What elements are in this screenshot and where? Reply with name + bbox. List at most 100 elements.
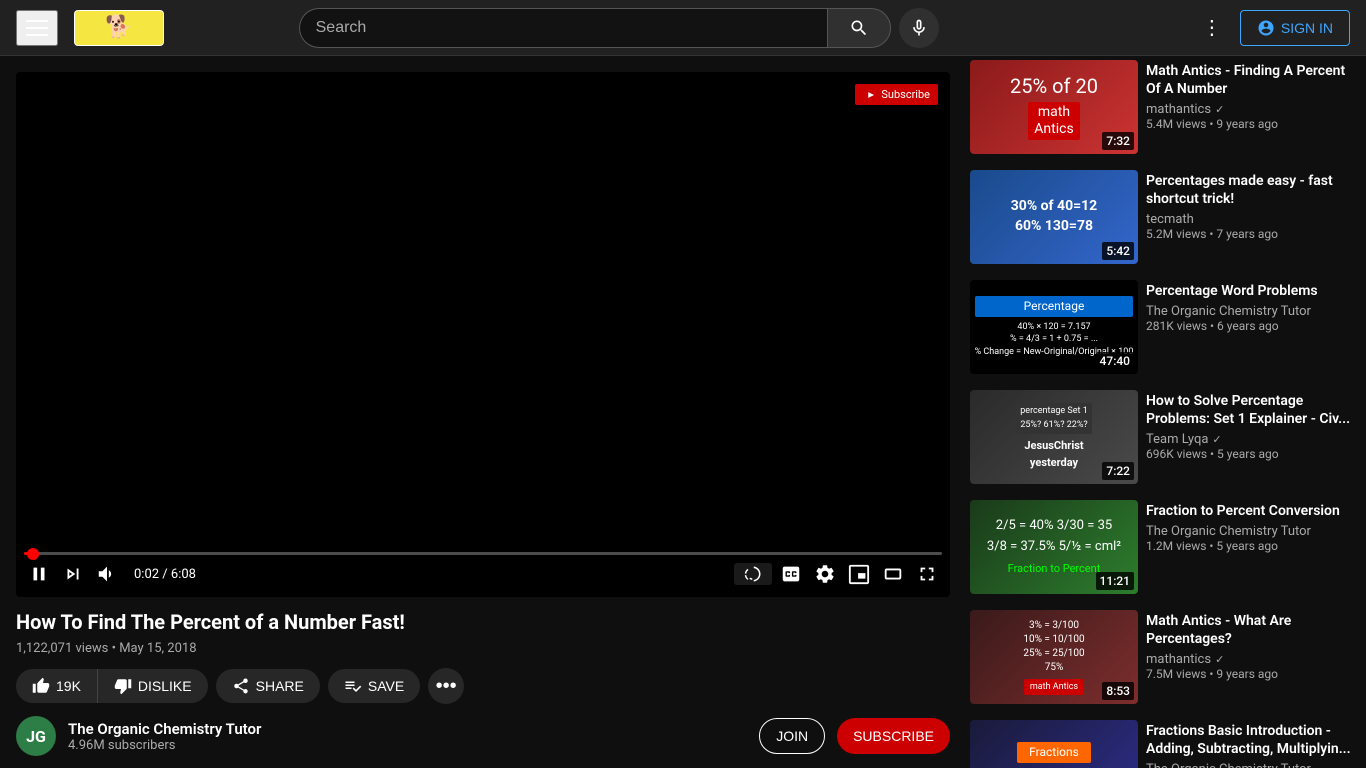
thumbs-down-icon bbox=[114, 677, 132, 695]
mic-icon bbox=[909, 18, 929, 38]
related-info: Math Antics - What Are Percentages? math… bbox=[1146, 610, 1354, 704]
theater-icon bbox=[882, 563, 904, 585]
search-icon bbox=[849, 18, 869, 38]
thumbnail-container: percentage Set 125%? 61%? 22%? JesusChri… bbox=[970, 390, 1138, 484]
settings-button[interactable] bbox=[810, 559, 840, 589]
related-video-item[interactable]: Fractions 3/4 + 3/4 Fractions Basic Intr… bbox=[966, 716, 1358, 768]
menu-button[interactable] bbox=[16, 10, 58, 46]
fullscreen-icon bbox=[916, 563, 938, 585]
join-button[interactable]: JOIN bbox=[759, 718, 825, 754]
miniplayer-button[interactable] bbox=[844, 559, 874, 589]
more-actions-button[interactable]: ••• bbox=[428, 668, 464, 704]
verified-icon: ✓ bbox=[1212, 433, 1221, 446]
related-title: Fraction to Percent Conversion bbox=[1146, 502, 1354, 520]
speed-icon bbox=[744, 565, 762, 583]
thumbnail-container: Fractions 3/4 + 3/4 bbox=[970, 720, 1138, 768]
related-channel: mathantics ✓ bbox=[1146, 652, 1354, 667]
duration-badge: 8:53 bbox=[1102, 682, 1134, 700]
sign-in-button[interactable]: SIGN IN bbox=[1240, 10, 1350, 46]
main-layout: Subscribe bbox=[0, 56, 1366, 768]
volume-icon bbox=[96, 563, 118, 585]
video-title: How To Find The Percent of a Number Fast… bbox=[16, 609, 950, 635]
search-button[interactable] bbox=[827, 8, 891, 48]
related-title: Percentage Word Problems bbox=[1146, 282, 1354, 300]
like-dislike-group: 19K DISLIKE bbox=[16, 669, 208, 703]
video-meta: 1,122,071 views • May 15, 2018 bbox=[16, 641, 950, 656]
subtitles-button[interactable] bbox=[776, 559, 806, 589]
related-meta: 5.4M views • 9 years ago bbox=[1146, 117, 1354, 131]
channel-info: The Organic Chemistry Tutor 4.96M subscr… bbox=[68, 720, 747, 753]
progress-fill bbox=[24, 552, 33, 555]
related-title: Math Antics - Finding A Percent Of A Num… bbox=[1146, 62, 1354, 98]
related-video-item[interactable]: percentage Set 125%? 61%? 22%? JesusChri… bbox=[966, 386, 1358, 488]
related-info: How to Solve Percentage Problems: Set 1 … bbox=[1146, 390, 1354, 484]
related-info: Fractions Basic Introduction - Adding, S… bbox=[1146, 720, 1354, 768]
video-display bbox=[16, 72, 950, 597]
logo[interactable]: 🐕 bbox=[74, 10, 164, 46]
video-controls: 0:02 / 6:08 bbox=[16, 555, 950, 597]
related-video-item[interactable]: 2/5 = 40% 3/30 = 35 3/8 = 37.5% 5/½ = cm… bbox=[966, 496, 1358, 598]
pause-button[interactable] bbox=[24, 559, 54, 589]
related-title: Math Antics - What Are Percentages? bbox=[1146, 612, 1354, 648]
related-info: Math Antics - Finding A Percent Of A Num… bbox=[1146, 60, 1354, 154]
time-display: 0:02 / 6:08 bbox=[134, 567, 196, 582]
progress-dot bbox=[27, 548, 39, 560]
thumbnail-container: Percentage 40% × 120 = 7.157% = 4/3 = 1 … bbox=[970, 280, 1138, 374]
right-controls bbox=[734, 559, 942, 589]
video-player[interactable]: Subscribe bbox=[16, 72, 950, 597]
thumbnail-container: 2/5 = 40% 3/30 = 35 3/8 = 37.5% 5/½ = cm… bbox=[970, 500, 1138, 594]
thumbs-up-icon bbox=[32, 677, 50, 695]
cc-icon bbox=[780, 563, 802, 585]
verified-icon: ✓ bbox=[1215, 103, 1224, 116]
related-info: Percentage Word Problems The Organic Che… bbox=[1146, 280, 1354, 374]
dislike-button[interactable]: DISLIKE bbox=[98, 669, 208, 703]
related-meta: 696K views • 5 years ago bbox=[1146, 447, 1354, 461]
duration-badge: 7:32 bbox=[1102, 132, 1134, 150]
thumbnail-container: 25% of 20 mathAntics 7:32 bbox=[970, 60, 1138, 154]
related-videos-sidebar: 25% of 20 mathAntics 7:32 Math Antics - … bbox=[966, 56, 1366, 768]
miniplayer-icon bbox=[848, 563, 870, 585]
search-container bbox=[299, 8, 939, 48]
duration-badge: 7:22 bbox=[1102, 462, 1134, 480]
video-actions: 19K DISLIKE SHARE SAVE ••• bbox=[16, 668, 950, 704]
related-video-item[interactable]: 25% of 20 mathAntics 7:32 Math Antics - … bbox=[966, 56, 1358, 158]
related-title: Fractions Basic Introduction - Adding, S… bbox=[1146, 722, 1354, 758]
related-video-item[interactable]: Percentage 40% × 120 = 7.157% = 4/3 = 1 … bbox=[966, 276, 1358, 378]
channel-name[interactable]: The Organic Chemistry Tutor bbox=[68, 720, 747, 738]
next-button[interactable] bbox=[58, 559, 88, 589]
duration-badge: 11:21 bbox=[1096, 572, 1134, 590]
related-title: How to Solve Percentage Problems: Set 1 … bbox=[1146, 392, 1354, 428]
related-video-item[interactable]: 30% of 40=12 60% 130=78 5:42 Percentages… bbox=[966, 166, 1358, 268]
related-title: Percentages made easy - fast shortcut tr… bbox=[1146, 172, 1354, 208]
speed-button[interactable] bbox=[734, 563, 772, 585]
pause-icon bbox=[28, 563, 50, 585]
video-area: Subscribe bbox=[0, 56, 966, 768]
subscribe-button[interactable]: SUBSCRIBE bbox=[837, 718, 950, 754]
fullscreen-button[interactable] bbox=[912, 559, 942, 589]
mic-button[interactable] bbox=[899, 8, 939, 48]
related-video-item[interactable]: 3% = 3/10010% = 10/10025% = 25/10075% ma… bbox=[966, 606, 1358, 708]
save-button[interactable]: SAVE bbox=[328, 669, 420, 703]
theater-button[interactable] bbox=[878, 559, 908, 589]
save-icon bbox=[344, 677, 362, 695]
related-meta: 281K views • 6 years ago bbox=[1146, 319, 1354, 333]
related-channel: The Organic Chemistry Tutor bbox=[1146, 762, 1354, 768]
related-channel: The Organic Chemistry Tutor bbox=[1146, 304, 1354, 319]
like-button[interactable]: 19K bbox=[16, 669, 98, 703]
thumbnail-container: 3% = 3/10010% = 10/10025% = 25/10075% ma… bbox=[970, 610, 1138, 704]
channel-row: JG The Organic Chemistry Tutor 4.96M sub… bbox=[16, 716, 950, 768]
duration-badge: 47:40 bbox=[1096, 352, 1134, 370]
volume-button[interactable] bbox=[92, 559, 122, 589]
share-button[interactable]: SHARE bbox=[216, 669, 320, 703]
search-input[interactable] bbox=[299, 8, 827, 48]
more-options-button[interactable]: ⋮ bbox=[1192, 8, 1232, 48]
related-meta: 1.2M views • 5 years ago bbox=[1146, 539, 1354, 553]
related-channel: The Organic Chemistry Tutor bbox=[1146, 524, 1354, 539]
related-meta: 5.2M views • 7 years ago bbox=[1146, 227, 1354, 241]
verified-icon: ✓ bbox=[1215, 653, 1224, 666]
related-channel: tecmath bbox=[1146, 212, 1354, 227]
duration-badge: 5:42 bbox=[1102, 242, 1134, 260]
related-info: Fraction to Percent Conversion The Organ… bbox=[1146, 500, 1354, 594]
top-navigation: 🐕 ⋮ SIGN IN bbox=[0, 0, 1366, 56]
share-icon bbox=[232, 677, 250, 695]
